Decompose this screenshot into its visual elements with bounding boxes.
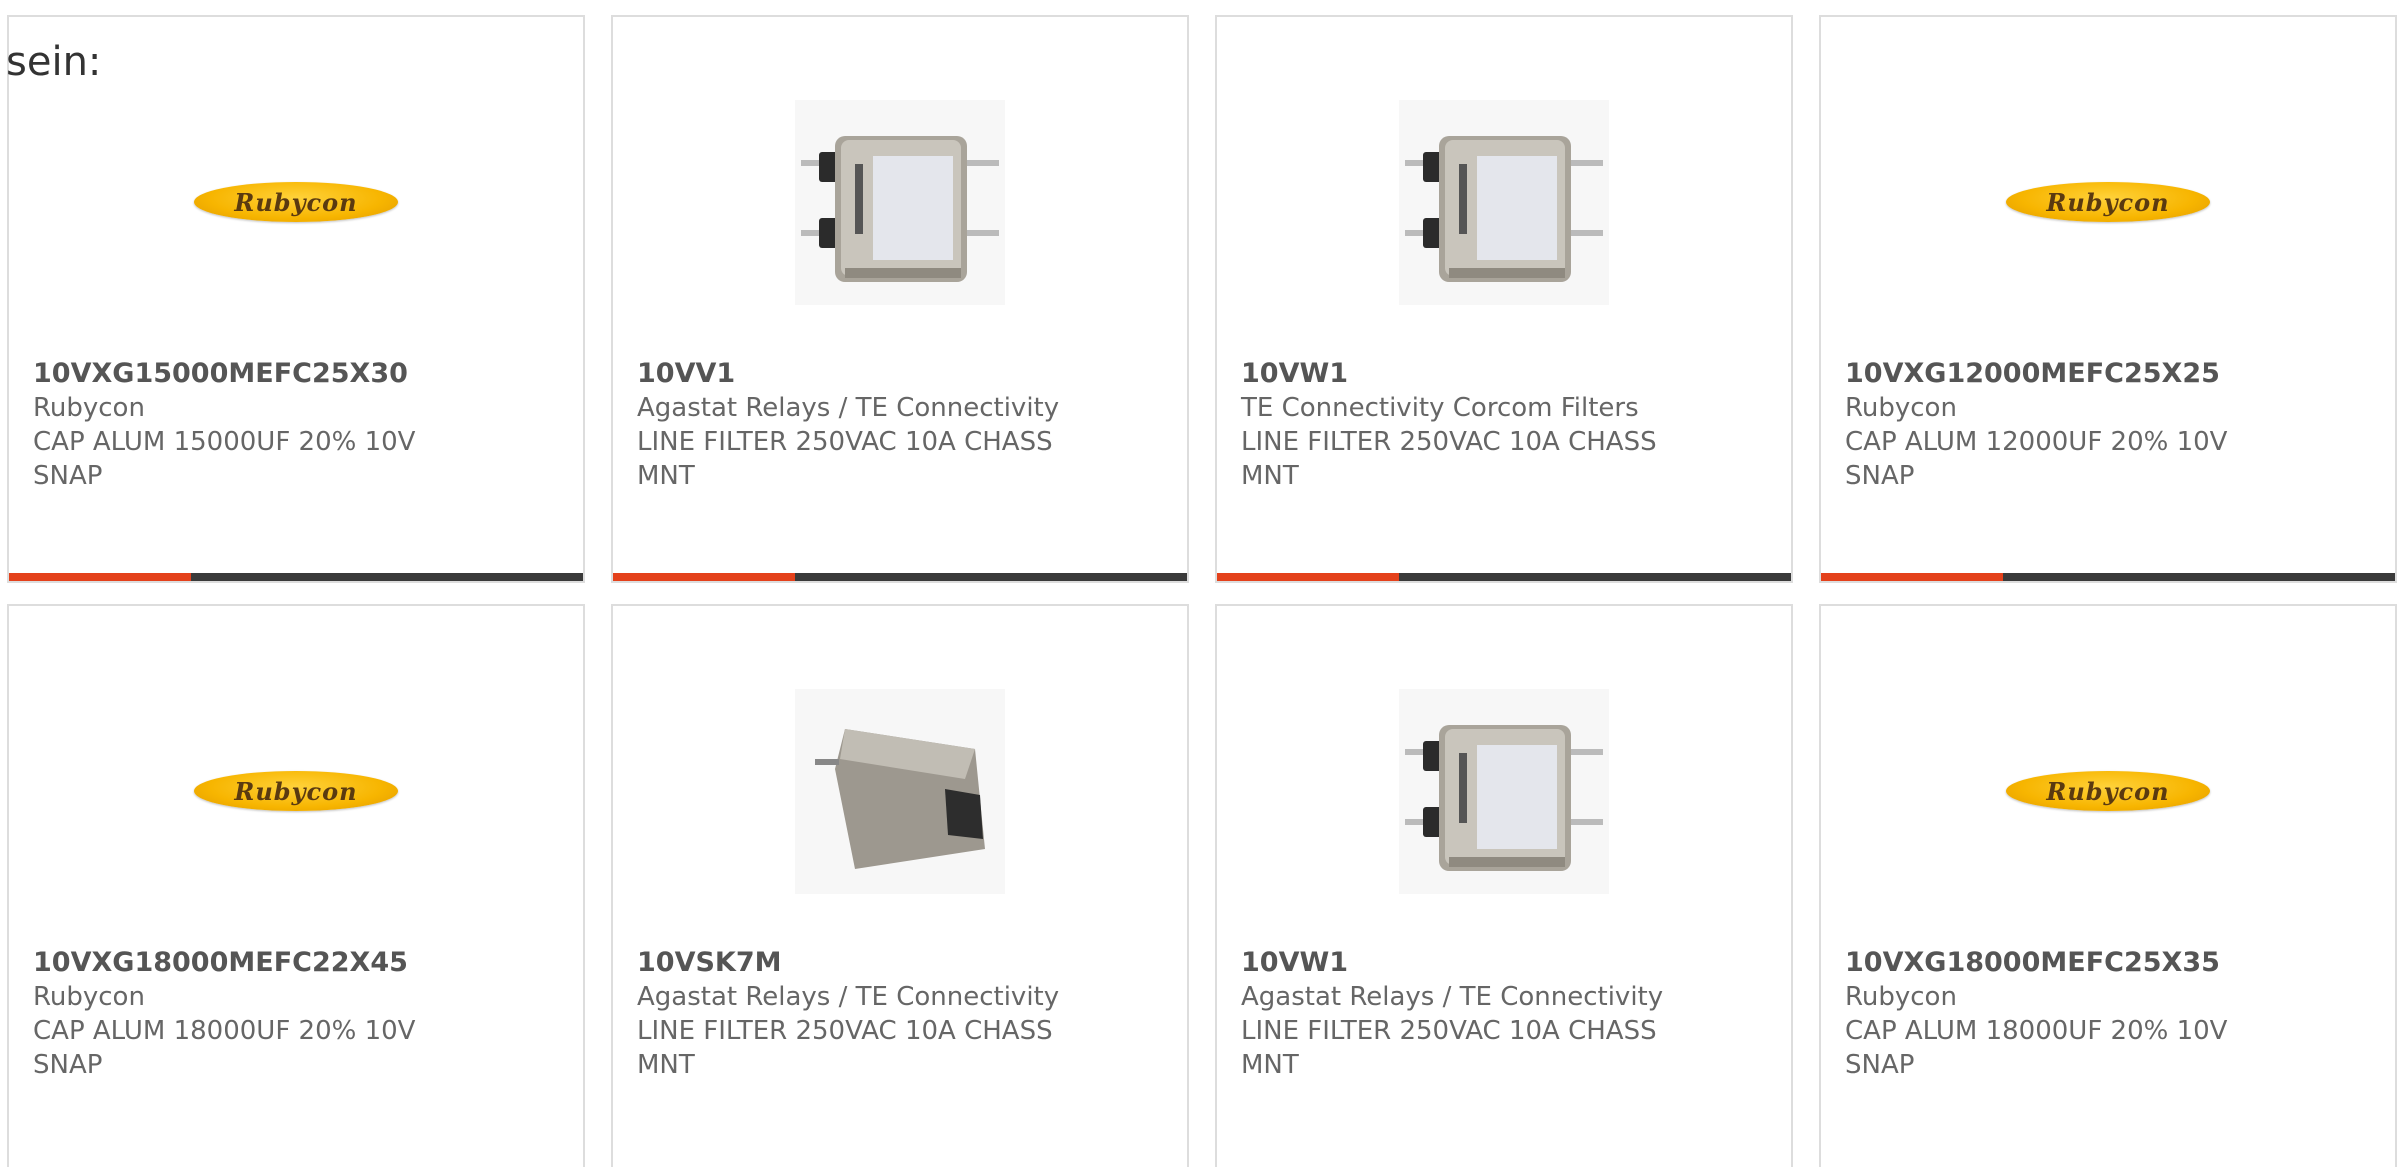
product-card[interactable]: Rubycon 10VXG15000MEFC25X30 Rubycon CAP …	[7, 15, 585, 583]
part-number-link[interactable]: 10VW1	[1241, 946, 1681, 980]
card-footer-bar	[9, 573, 583, 581]
card-footer-bar	[1217, 573, 1791, 581]
description-line-1: LINE FILTER 250VAC 10A CHASS	[1241, 427, 1657, 457]
line-filter-photo	[1399, 99, 1609, 305]
part-number-link[interactable]: 10VSK7M	[637, 946, 1077, 980]
product-card[interactable]: 10VW1 TE Connectivity Corcom Filters LIN…	[1215, 15, 1793, 583]
manufacturer-name: Rubycon	[33, 393, 145, 423]
product-grid: Rubycon 10VXG15000MEFC25X30 Rubycon CAP …	[7, 15, 2400, 1167]
description-line-1: LINE FILTER 250VAC 10A CHASS	[1241, 1016, 1657, 1046]
product-image[interactable]	[613, 676, 1187, 906]
line-filter-photo	[1399, 688, 1609, 894]
product-info: 10VW1 TE Connectivity Corcom Filters LIN…	[1241, 357, 1681, 493]
part-number-link[interactable]: 10VV1	[637, 357, 1077, 391]
manufacturer-name: TE Connectivity Corcom Filters	[1241, 393, 1639, 423]
description-line-1: LINE FILTER 250VAC 10A CHASS	[637, 1016, 1053, 1046]
rubycon-logo: Rubycon	[2006, 182, 2210, 222]
part-number-link[interactable]: 10VXG15000MEFC25X30	[33, 357, 473, 391]
description-line-2: SNAP	[1845, 1050, 1915, 1080]
description-line-2: MNT	[637, 1050, 695, 1080]
part-number-link[interactable]: 10VXG18000MEFC22X45	[33, 946, 473, 980]
product-info: 10VXG18000MEFC22X45 Rubycon CAP ALUM 180…	[33, 946, 473, 1082]
product-card[interactable]: Rubycon 10VXG12000MEFC25X25 Rubycon CAP …	[1819, 15, 2397, 583]
product-card[interactable]: 10VV1 Agastat Relays / TE Connectivity L…	[611, 15, 1189, 583]
product-info: 10VXG18000MEFC25X35 Rubycon CAP ALUM 180…	[1845, 946, 2285, 1082]
manufacturer-name: Agastat Relays / TE Connectivity	[1241, 982, 1664, 1012]
product-info: 10VXG15000MEFC25X30 Rubycon CAP ALUM 150…	[33, 357, 473, 493]
part-number-link[interactable]: 10VW1	[1241, 357, 1681, 391]
intro-text: sein:	[6, 39, 102, 85]
product-info: 10VV1 Agastat Relays / TE Connectivity L…	[637, 357, 1077, 493]
product-image[interactable]: Rubycon	[9, 87, 583, 317]
part-number-link[interactable]: 10VXG12000MEFC25X25	[1845, 357, 2285, 391]
rubycon-logo: Rubycon	[194, 182, 398, 222]
manufacturer-name: Rubycon	[33, 982, 145, 1012]
product-info: 10VW1 Agastat Relays / TE Connectivity L…	[1241, 946, 1681, 1082]
description-line-2: MNT	[637, 461, 695, 491]
page: sein: Rubycon 10VXG15000MEFC25X30 Rubyco…	[0, 0, 2400, 1167]
product-info: 10VSK7M Agastat Relays / TE Connectivity…	[637, 946, 1077, 1082]
manufacturer-name: Agastat Relays / TE Connectivity	[637, 982, 1060, 1012]
description-line-2: SNAP	[33, 461, 103, 491]
card-footer-bar	[1821, 573, 2395, 581]
product-image[interactable]: Rubycon	[1821, 676, 2395, 906]
product-image[interactable]	[613, 87, 1187, 317]
rubycon-logo: Rubycon	[2006, 771, 2210, 811]
product-image[interactable]: Rubycon	[1821, 87, 2395, 317]
description-line-1: LINE FILTER 250VAC 10A CHASS	[637, 427, 1053, 457]
card-accent-bar	[9, 573, 191, 581]
product-image[interactable]	[1217, 676, 1791, 906]
line-filter-photo	[795, 99, 1005, 305]
description-line-1: CAP ALUM 12000UF 20% 10V	[1845, 427, 2228, 457]
description-line-1: CAP ALUM 18000UF 20% 10V	[1845, 1016, 2228, 1046]
iec-filter-photo	[795, 688, 1005, 894]
product-card[interactable]: 10VW1 Agastat Relays / TE Connectivity L…	[1215, 604, 1793, 1167]
product-info: 10VXG12000MEFC25X25 Rubycon CAP ALUM 120…	[1845, 357, 2285, 493]
description-line-2: SNAP	[1845, 461, 1915, 491]
description-line-2: MNT	[1241, 461, 1299, 491]
product-card[interactable]: Rubycon 10VXG18000MEFC25X35 Rubycon CAP …	[1819, 604, 2397, 1167]
description-line-2: SNAP	[33, 1050, 103, 1080]
manufacturer-name: Rubycon	[1845, 393, 1957, 423]
product-card[interactable]: 10VSK7M Agastat Relays / TE Connectivity…	[611, 604, 1189, 1167]
description-line-1: CAP ALUM 15000UF 20% 10V	[33, 427, 416, 457]
product-card[interactable]: Rubycon 10VXG18000MEFC22X45 Rubycon CAP …	[7, 604, 585, 1167]
product-image[interactable]: Rubycon	[9, 676, 583, 906]
card-footer-bar	[613, 573, 1187, 581]
manufacturer-name: Rubycon	[1845, 982, 1957, 1012]
description-line-1: CAP ALUM 18000UF 20% 10V	[33, 1016, 416, 1046]
product-image[interactable]	[1217, 87, 1791, 317]
manufacturer-name: Agastat Relays / TE Connectivity	[637, 393, 1060, 423]
card-accent-bar	[1821, 573, 2003, 581]
rubycon-logo: Rubycon	[194, 771, 398, 811]
card-accent-bar	[1217, 573, 1399, 581]
part-number-link[interactable]: 10VXG18000MEFC25X35	[1845, 946, 2285, 980]
description-line-2: MNT	[1241, 1050, 1299, 1080]
card-accent-bar	[613, 573, 795, 581]
